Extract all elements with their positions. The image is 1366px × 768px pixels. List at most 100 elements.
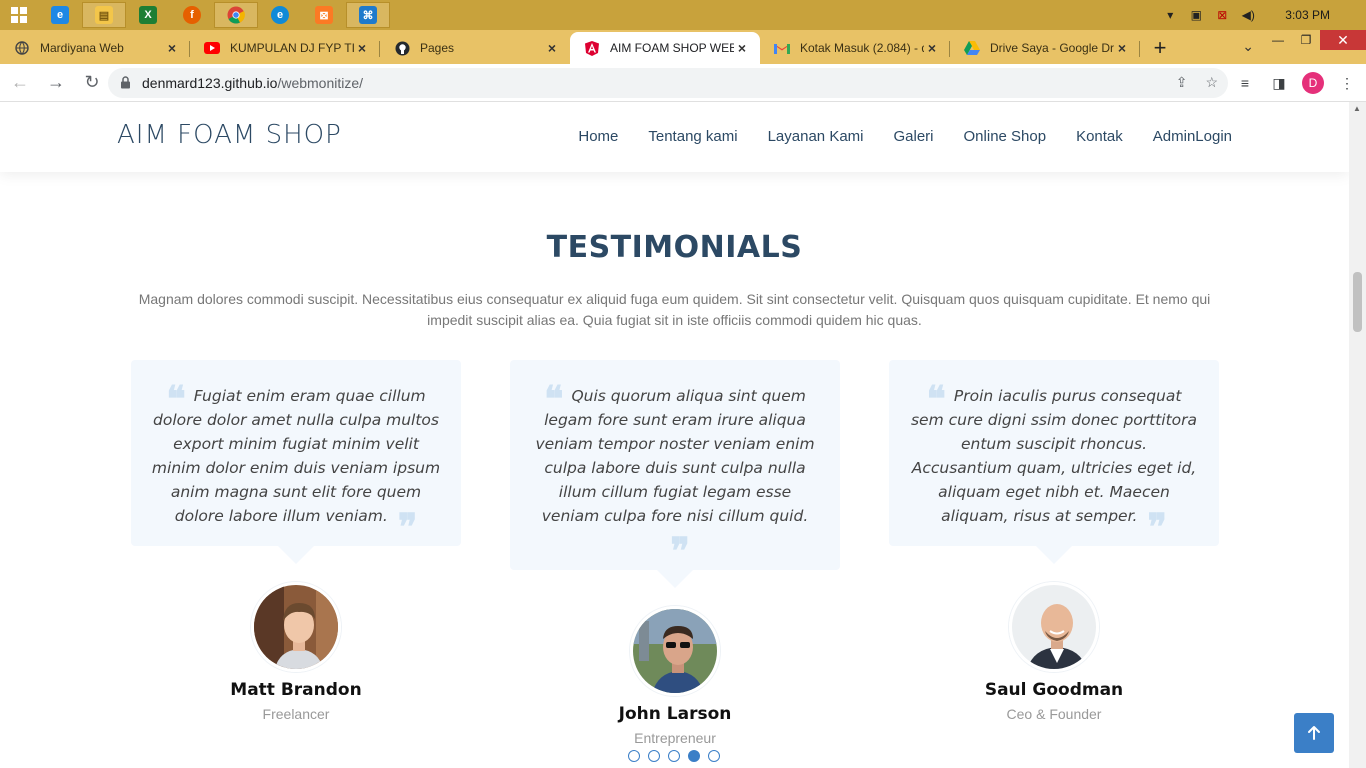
- testimonial-card: ❝ Quis quorum aliqua sint quem legam fore…: [510, 360, 840, 746]
- testimonial-card: ❝ Fugiat enim eram quae cillum dolore dol…: [131, 360, 461, 722]
- new-tab-button[interactable]: +: [1140, 32, 1180, 64]
- tab-title: AIM FOAM SHOP WEBS: [610, 41, 734, 55]
- lock-icon[interactable]: [120, 76, 134, 90]
- section-title: TESTIMONIALS: [546, 230, 803, 265]
- windows-taskbar: e ▤ X f e ⊠ ⌘ ▾ ▣ ⊠ ◀) 3:03 PM: [0, 0, 1366, 30]
- taskbar-excel[interactable]: X: [126, 0, 170, 30]
- tab-aim-foam-shop[interactable]: AIM FOAM SHOP WEBS ×: [570, 32, 760, 64]
- testimonial-quote-box: ❝ Fugiat enim eram quae cillum dolore dol…: [131, 360, 461, 564]
- pagination-dot[interactable]: [628, 750, 640, 762]
- close-tab-icon[interactable]: ×: [354, 40, 370, 56]
- person-name: Saul Goodman: [984, 680, 1124, 700]
- pagination-dot[interactable]: [668, 750, 680, 762]
- carousel-pagination: [628, 750, 720, 762]
- tab-title: Drive Saya - Google Dri: [990, 41, 1114, 55]
- main-nav: Home Tentang kami Layanan Kami Galeri On…: [578, 128, 1232, 145]
- close-tab-icon[interactable]: ×: [734, 40, 750, 56]
- close-tab-icon[interactable]: ×: [924, 40, 940, 56]
- tab-title: KUMPULAN DJ FYP TIK: [230, 41, 354, 55]
- windows-logo-icon: [11, 7, 27, 23]
- tab-pages[interactable]: Pages ×: [380, 32, 570, 64]
- taskbar-file-explorer[interactable]: ▤: [82, 2, 126, 28]
- person-role: Ceo & Founder: [1006, 706, 1102, 722]
- url-path: /webmonitize/: [277, 75, 364, 91]
- nav-tentang-kami[interactable]: Tentang kami: [648, 128, 737, 145]
- testimonial-quote: Proin iaculis purus consequat sem cure d…: [910, 387, 1198, 525]
- vscode-icon: ⌘: [359, 6, 377, 24]
- tab-gmail[interactable]: Kotak Masuk (2.084) - d ×: [760, 32, 950, 64]
- scroll-up-arrow-icon[interactable]: ▲: [1353, 104, 1361, 113]
- nav-kontak[interactable]: Kontak: [1076, 128, 1123, 145]
- nav-home[interactable]: Home: [578, 128, 618, 145]
- nav-layanan-kami[interactable]: Layanan Kami: [768, 128, 864, 145]
- tab-mardiyana-web[interactable]: Mardiyana Web ×: [0, 32, 190, 64]
- gmail-icon: [774, 40, 790, 56]
- taskbar-internet-explorer[interactable]: e: [38, 0, 82, 30]
- page-scrollbar[interactable]: ▲: [1349, 102, 1366, 768]
- chevron-up-icon[interactable]: ▾: [1163, 8, 1177, 22]
- testimonial-quote: Quis quorum aliqua sint quem legam fore …: [535, 387, 815, 525]
- address-bar[interactable]: denmard123.github.io/webmonitize/ ⇪ ☆: [108, 68, 1228, 98]
- page-viewport: AIM FOAM SHOP Home Tentang kami Layanan …: [0, 102, 1349, 768]
- tab-search-chevron-icon[interactable]: ⌄: [1242, 38, 1254, 55]
- close-window-button[interactable]: ✕: [1320, 30, 1366, 50]
- scrollbar-thumb[interactable]: [1353, 272, 1362, 332]
- restore-button[interactable]: ❐: [1292, 30, 1320, 50]
- person-role: Freelancer: [262, 706, 330, 722]
- tab-google-drive[interactable]: Drive Saya - Google Dri ×: [950, 32, 1140, 64]
- person-name: Matt Brandon: [230, 680, 362, 700]
- nav-admin-login[interactable]: AdminLogin: [1153, 128, 1232, 145]
- site-logo[interactable]: AIM FOAM SHOP: [117, 120, 342, 150]
- clock-label[interactable]: 3:03 PM: [1285, 8, 1330, 22]
- taskbar-edge[interactable]: e: [258, 0, 302, 30]
- chrome-icon: [227, 6, 245, 24]
- close-tab-icon[interactable]: ×: [164, 40, 180, 56]
- avatar: [1009, 582, 1099, 672]
- kebab-menu-icon[interactable]: ⋮: [1336, 72, 1358, 94]
- taskbar-vscode[interactable]: ⌘: [346, 2, 390, 28]
- arrow-up-icon: [1308, 726, 1320, 740]
- reading-list-icon[interactable]: ≡: [1234, 72, 1256, 94]
- browser-tab-strip: Mardiyana Web × KUMPULAN DJ FYP TIK × Pa…: [0, 30, 1366, 64]
- angular-icon: [584, 40, 600, 56]
- edge-icon: e: [271, 6, 289, 24]
- github-icon: [394, 40, 410, 56]
- windows-start-button[interactable]: [0, 0, 38, 30]
- close-tab-icon[interactable]: ×: [544, 40, 560, 56]
- person-name: John Larson: [618, 704, 732, 724]
- share-icon[interactable]: ⇪: [1176, 74, 1188, 91]
- battery-icon[interactable]: ⊠: [1215, 8, 1229, 22]
- bookmark-star-icon[interactable]: ☆: [1205, 74, 1218, 91]
- testimonial-quote: Fugiat enim eram quae cillum dolore dolo…: [151, 387, 441, 525]
- nav-online-shop[interactable]: Online Shop: [964, 128, 1047, 145]
- forward-button[interactable]: →: [40, 67, 72, 99]
- site-header: AIM FOAM SHOP Home Tentang kami Layanan …: [0, 102, 1349, 172]
- tab-title: Kotak Masuk (2.084) - d: [800, 41, 924, 55]
- pagination-dot[interactable]: [708, 750, 720, 762]
- side-panel-icon[interactable]: ◨: [1268, 72, 1290, 94]
- close-tab-icon[interactable]: ×: [1114, 40, 1130, 56]
- back-button[interactable]: ←: [4, 67, 36, 99]
- reload-button[interactable]: ↻: [76, 67, 108, 99]
- back-to-top-button[interactable]: [1294, 713, 1334, 753]
- network-icon[interactable]: ▣: [1189, 8, 1203, 22]
- nav-galeri[interactable]: Galeri: [894, 128, 934, 145]
- taskbar-firefox[interactable]: f: [170, 0, 214, 30]
- minimize-button[interactable]: —: [1264, 30, 1292, 50]
- taskbar-chrome[interactable]: [214, 2, 258, 28]
- firefox-icon: f: [183, 6, 201, 24]
- taskbar-xampp[interactable]: ⊠: [302, 0, 346, 30]
- testimonial-card: ❝ Proin iaculis purus consequat sem cure …: [889, 360, 1219, 722]
- browser-toolbar: ← → ↻ denmard123.github.io/webmonitize/ …: [0, 64, 1366, 102]
- person-role: Entrepreneur: [634, 730, 716, 746]
- folder-icon: ▤: [95, 6, 113, 24]
- internet-explorer-icon: e: [51, 6, 69, 24]
- profile-avatar[interactable]: D: [1302, 72, 1324, 94]
- pagination-dot-active[interactable]: [688, 750, 700, 762]
- section-description: Magnam dolores commodi suscipit. Necessi…: [138, 291, 1211, 328]
- pagination-dot[interactable]: [648, 750, 660, 762]
- window-controls: — ❐ ✕: [1264, 30, 1366, 50]
- speaker-icon[interactable]: ◀): [1241, 8, 1255, 22]
- avatar: [630, 606, 720, 696]
- tab-kumpulan-dj[interactable]: KUMPULAN DJ FYP TIK ×: [190, 32, 380, 64]
